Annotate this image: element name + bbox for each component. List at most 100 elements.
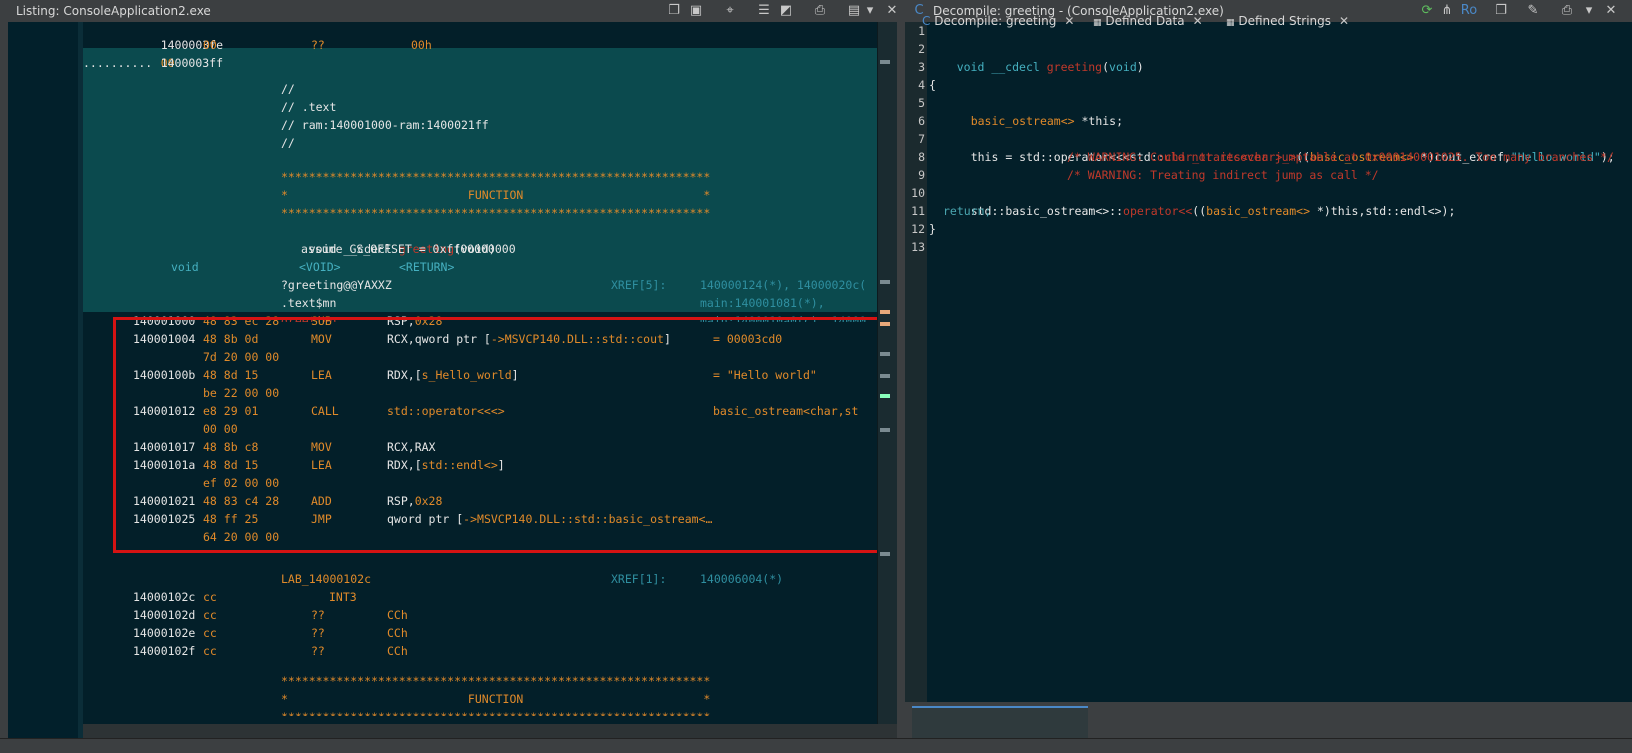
copy-icon[interactable]: ❐ bbox=[1493, 3, 1509, 19]
banner-stars: ****************************************… bbox=[281, 206, 711, 220]
mnemonic: ?? bbox=[311, 626, 325, 640]
overview-marker[interactable] bbox=[880, 280, 890, 284]
warning-comment[interactable]: /* WARNING: Could not recover jumptable … bbox=[1067, 148, 1614, 166]
annotation-highlight-box bbox=[113, 317, 880, 553]
address: 14000102d bbox=[133, 608, 196, 622]
function-name[interactable]: greeting bbox=[1047, 60, 1102, 74]
close-icon[interactable]: ✕ bbox=[884, 3, 900, 19]
close-icon[interactable]: ✕ bbox=[1339, 14, 1349, 28]
listing-titlebar: Listing: ConsoleApplication2.exe ❐ ▣ ⌖ ☰… bbox=[0, 0, 905, 23]
overview-marker[interactable] bbox=[880, 322, 890, 326]
paste-icon[interactable]: ▣ bbox=[688, 3, 704, 19]
left-tool-strip bbox=[0, 22, 8, 738]
xref-values[interactable]: 140000124(*), 14000020c( bbox=[700, 276, 877, 294]
decompile-line-gutter: 1 2 3 4 5 6 7 8 9 10 11 12 13 bbox=[905, 22, 927, 702]
refresh-icon[interactable]: ⟳ bbox=[1419, 3, 1435, 19]
mnemonic: INT3 bbox=[329, 590, 357, 604]
xref-values[interactable]: 140006004(*) bbox=[700, 570, 783, 588]
warning-comment[interactable]: /* WARNING: Treating indirect jump as ca… bbox=[1067, 166, 1379, 184]
listing-title: Listing: ConsoleApplication2.exe bbox=[16, 4, 211, 18]
code-line[interactable]: std::basic_ostream<>::operator<<((basic_… bbox=[943, 184, 1456, 218]
overview-marker[interactable] bbox=[880, 60, 890, 64]
operand: CCh bbox=[387, 644, 408, 658]
code-line[interactable]: this = std::operator<<<std::char_traits<… bbox=[943, 130, 1615, 164]
listing-row[interactable]: 14000102c cc INT3 bbox=[83, 588, 783, 606]
decompile-code-area[interactable]: void __cdecl greeting(void) { basic_ostr… bbox=[927, 22, 1632, 702]
xref-label: XREF[5]: bbox=[611, 278, 667, 292]
tab-defined-data[interactable]: ▦ Defined Data ✕ bbox=[1093, 10, 1203, 32]
listing-row[interactable]: 14000102e cc?? CCh bbox=[83, 624, 783, 642]
listing-row[interactable]: 14000102d cc?? CCh bbox=[83, 606, 783, 624]
mnemonic: ?? bbox=[311, 644, 325, 658]
overview-marker[interactable] bbox=[880, 552, 890, 556]
close-icon[interactable]: ✕ bbox=[1064, 14, 1074, 28]
assume-directive: assume GS_OFFSET = 0xff00000000 bbox=[301, 242, 516, 256]
function-banner: * FUNCTION * bbox=[281, 188, 711, 202]
overview-marker[interactable] bbox=[880, 428, 890, 432]
code-line[interactable]: return; bbox=[943, 202, 991, 220]
overview-sidebar[interactable] bbox=[877, 22, 898, 724]
address: 14000102f bbox=[133, 644, 196, 658]
snapshot-icon[interactable]: ⎙ bbox=[1559, 3, 1575, 19]
operand: CCh bbox=[387, 608, 408, 622]
return-type: void bbox=[171, 260, 199, 274]
code-line[interactable]: { bbox=[929, 76, 936, 94]
line-number: 6 bbox=[918, 114, 925, 128]
collapsed-marker[interactable]: .......... bbox=[83, 54, 152, 72]
options-icon[interactable]: ▤ bbox=[846, 3, 862, 19]
code-line[interactable]: } bbox=[929, 220, 936, 238]
bytes: cc bbox=[203, 590, 217, 604]
decompile-icon: C bbox=[922, 14, 931, 28]
line-number: 2 bbox=[918, 42, 925, 56]
chevron-down-icon[interactable]: ▾ bbox=[862, 3, 878, 19]
operand: 00h bbox=[411, 38, 432, 52]
code-line[interactable]: basic_ostream<> *this; bbox=[943, 94, 1123, 128]
function-signature[interactable]: void __cdecl greeting(void) bbox=[281, 222, 496, 256]
field-layout-icon[interactable]: ☰ bbox=[756, 3, 772, 19]
window-splitter[interactable] bbox=[897, 22, 905, 738]
comment: // ram:140001000-ram:1400021ff bbox=[281, 118, 489, 132]
bytes: cc bbox=[203, 608, 217, 622]
overview-marker[interactable] bbox=[880, 374, 890, 378]
line-number: 7 bbox=[918, 132, 925, 146]
bytes: cc bbox=[203, 626, 217, 640]
xref-values[interactable]: main:140001081(*), bbox=[700, 294, 825, 312]
return-storage: <VOID> bbox=[299, 260, 341, 274]
line-number: 3 bbox=[918, 60, 925, 74]
graph-icon[interactable]: ⋔ bbox=[1439, 3, 1455, 19]
bytes: 00 bbox=[203, 38, 217, 52]
jump-label[interactable]: LAB_14000102c bbox=[281, 570, 371, 588]
code-line[interactable]: void __cdecl greeting(void) bbox=[929, 40, 1144, 74]
line-number: 13 bbox=[911, 240, 925, 254]
close-icon[interactable]: ✕ bbox=[1193, 14, 1203, 28]
chevron-down-icon[interactable]: ▾ bbox=[1581, 3, 1597, 19]
close-icon[interactable]: ✕ bbox=[1603, 3, 1619, 19]
line-number: 10 bbox=[911, 186, 925, 200]
mnemonic: ?? bbox=[311, 608, 325, 622]
comment: // bbox=[281, 136, 295, 150]
section-label[interactable]: .text$mn bbox=[281, 294, 336, 312]
function-banner: * FUNCTION * bbox=[281, 692, 711, 706]
read-only-toggle[interactable]: Ro bbox=[1457, 3, 1481, 19]
address: 14000102e bbox=[133, 626, 196, 640]
diff-view-icon[interactable]: ◩ bbox=[778, 3, 794, 19]
edit-icon[interactable]: ✎ bbox=[1525, 3, 1541, 19]
tab-defined-strings[interactable]: ▦ Defined Strings ✕ bbox=[1226, 10, 1349, 32]
copy-icon[interactable]: ❐ bbox=[666, 3, 682, 19]
snapshot-icon[interactable]: ⎙ bbox=[812, 3, 828, 19]
tab-decompile-greeting[interactable]: C Decompile: greeting ✕ bbox=[922, 10, 1074, 32]
address: 14000102c bbox=[133, 590, 196, 604]
bottom-panel-bar bbox=[0, 738, 1632, 753]
mangled-label[interactable]: ?greeting@@YAXXZ bbox=[281, 276, 392, 294]
overview-marker[interactable] bbox=[880, 394, 890, 398]
mnemonic: ?? bbox=[311, 38, 325, 52]
bytes: cc bbox=[203, 644, 217, 658]
xref-label: XREF[1]: bbox=[611, 572, 667, 586]
cursor-mode-icon[interactable]: ⌖ bbox=[722, 3, 738, 19]
banner-stars: ****************************************… bbox=[281, 674, 711, 688]
listing-horizontal-scrollbar[interactable] bbox=[83, 724, 897, 738]
listing-row[interactable]: 1400003fe 00 bbox=[133, 22, 229, 70]
listing-row[interactable]: 14000102f cc?? CCh bbox=[83, 642, 783, 660]
overview-marker[interactable] bbox=[880, 352, 890, 356]
overview-marker[interactable] bbox=[880, 310, 890, 314]
